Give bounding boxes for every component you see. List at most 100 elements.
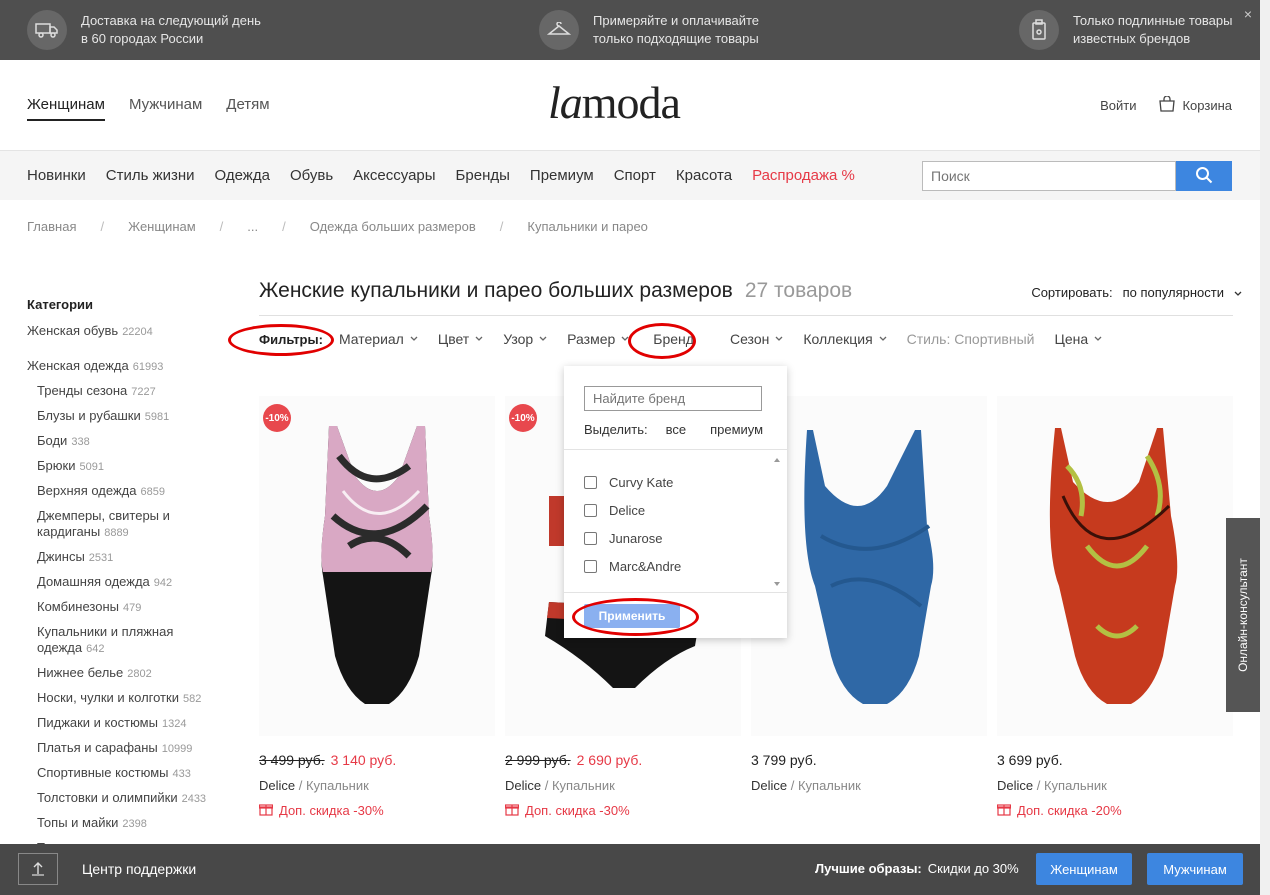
nav-item-accessories[interactable]: Аксессуары [353,167,435,184]
sidebar-subitem[interactable]: Топы и майки 2398 [37,815,217,832]
sidebar-subitem[interactable]: Джемперы, свитеры и кардиганы 8889 [37,508,217,541]
product-name[interactable]: Delice / Купальник [505,778,741,793]
filter-material[interactable]: Материал [339,331,418,347]
breadcrumb-item[interactable]: Женщинам [128,219,196,234]
gift-icon [258,802,274,819]
search-button[interactable] [1176,161,1232,191]
filter-season[interactable]: Сезон [730,331,783,347]
sidebar-subitem[interactable]: Купальники и пляжная одежда 642 [37,624,217,657]
lamoda-logo[interactable]: lamoda [548,76,681,129]
filter-size[interactable]: Размер [567,331,629,347]
sidebar-subitem[interactable]: Пиджаки и костюмы 1324 [37,715,217,732]
product-image[interactable]: -10% [259,396,495,736]
search-input[interactable] [922,161,1176,191]
nav-item-sale[interactable]: Распродажа % [752,167,855,184]
product-type: Купальник [1043,778,1107,793]
brand-option[interactable]: Delice [584,496,681,524]
checkbox[interactable] [584,475,597,489]
sidebar-subitem[interactable]: Носки, чулки и колготки 582 [37,690,217,707]
product-name[interactable]: Delice / Купальник [751,778,987,793]
scroll-up-button[interactable] [18,853,58,885]
dropdown-scrollbar[interactable] [771,454,783,590]
sidebar-subitem[interactable]: Толстовки и олимпийки 2433 [37,790,217,807]
sidebar-item-count: 10999 [161,743,193,755]
price: 3 799 руб. [751,752,817,768]
extra-discount: Доп. скидка -30% [504,802,741,819]
sidebar-subitem[interactable]: Спортивные костюмы 433 [37,765,217,782]
women-button[interactable]: Женщинам [1036,853,1132,885]
gender-tab-women[interactable]: Женщинам [27,96,105,121]
nav-item-premium[interactable]: Премиум [530,167,594,184]
brand-option[interactable]: Junarose [584,524,681,552]
sidebar-subitem[interactable]: Платья и сарафаны 10999 [37,740,217,757]
nav-item-new[interactable]: Новинки [27,167,86,184]
sidebar-subitem[interactable]: Комбинезоны 479 [37,599,217,616]
breadcrumb-item[interactable]: Главная [27,219,76,234]
filter-label: Сезон [729,331,770,347]
sidebar-subitem[interactable]: Домашняя одежда 942 [37,574,217,591]
sort-control[interactable]: Сортировать: по популярности [1031,285,1242,300]
nav-item-sport[interactable]: Спорт [614,167,656,184]
sidebar-subitem[interactable]: Верхняя одежда 6859 [37,483,217,500]
sidebar-item-count: 1324 [161,718,187,730]
nav-item-shoes[interactable]: Обувь [290,167,333,184]
filter-label: Материал [338,331,404,347]
breadcrumb: Главная / Женщинам / ... / Одежда больших р… [27,219,648,234]
sidebar-item-clothing[interactable]: Женская одежда 61993 [27,358,217,375]
product-image[interactable] [997,396,1233,736]
breadcrumb-item[interactable]: ... [247,219,258,234]
select-all-link[interactable]: все [666,422,687,437]
gender-tab-men[interactable]: Мужчинам [129,96,202,121]
gender-tab-kids[interactable]: Детям [226,96,269,121]
sidebar-subitem[interactable]: Брюки 5091 [37,458,217,475]
sale-price: 2 690 руб. [576,752,643,768]
best-looks-label: Лучшие образы: [815,861,922,876]
brand-search-input[interactable] [584,386,762,411]
sidebar-item-label: Толстовки и олимпийки [37,790,178,805]
breadcrumb-item[interactable]: Купальники и парео [527,219,648,234]
product-card[interactable]: -10% 3 499 руб. 3 140 руб. Delice / Купал… [258,396,495,819]
nav-item-beauty[interactable]: Красота [676,167,732,184]
sidebar-subitem[interactable]: Блузы и рубашки 5981 [37,408,217,425]
sidebar-item-label: Спортивные костюмы [37,765,169,780]
nav-item-clothing[interactable]: Одежда [215,167,270,184]
sidebar-subitem[interactable]: Нижнее белье 2802 [37,665,217,682]
nav-item-brands[interactable]: Бренды [456,167,510,184]
checkbox[interactable] [584,559,597,573]
page-scrollbar[interactable] [1260,0,1270,895]
login-link[interactable]: Войти [1100,98,1136,113]
nav-item-lifestyle[interactable]: Стиль жизни [106,167,195,184]
online-consultant-button[interactable]: Онлайн-консультант [1226,518,1260,712]
sidebar-item-count: 7227 [131,386,156,398]
sidebar-subitem[interactable]: Тренды сезона 7227 [37,383,217,400]
filter-pattern[interactable]: Узор [503,331,547,347]
product-card[interactable]: 3 699 руб. Delice / Купальник Доп. скидк… [996,396,1233,819]
extra-discount: Доп. скидка -20% [996,802,1233,819]
filter-color[interactable]: Цвет [438,331,483,347]
select-label: Выделить: [584,422,648,437]
filter-brand[interactable]: Бренд [653,331,694,347]
select-premium-link[interactable]: премиум [710,422,763,437]
product-name[interactable]: Delice / Купальник [997,778,1233,793]
sidebar-subitem[interactable]: Джинсы 2531 [37,549,217,566]
breadcrumb-item[interactable]: Одежда больших размеров [310,219,476,234]
hanger-icon [539,10,579,50]
support-center-link[interactable]: Центр поддержки [82,861,196,877]
brand-option[interactable]: Marc&Andre [584,552,681,580]
sidebar-item-shoes[interactable]: Женская обувь 22204 [27,323,217,340]
product-name[interactable]: Delice / Купальник [259,778,495,793]
checkbox[interactable] [584,531,597,545]
sidebar-item-count: 2531 [88,552,114,564]
brand-option[interactable]: Curvy Kate [584,468,681,496]
cart-link[interactable]: Корзина [1158,95,1232,115]
sidebar-subitem[interactable]: Боди 338 [37,433,217,450]
men-button[interactable]: Мужчинам [1147,853,1243,885]
filter-style[interactable]: Стиль: Спортивный [907,331,1035,347]
filter-collection[interactable]: Коллекция [803,331,887,347]
checkbox[interactable] [584,503,597,517]
close-icon[interactable]: × [1244,6,1252,22]
filter-price[interactable]: Цена [1054,331,1102,347]
sidebar-item-count: 8889 [104,527,129,539]
sidebar-item-count: 582 [182,693,202,705]
apply-button[interactable]: Применить [584,604,680,628]
